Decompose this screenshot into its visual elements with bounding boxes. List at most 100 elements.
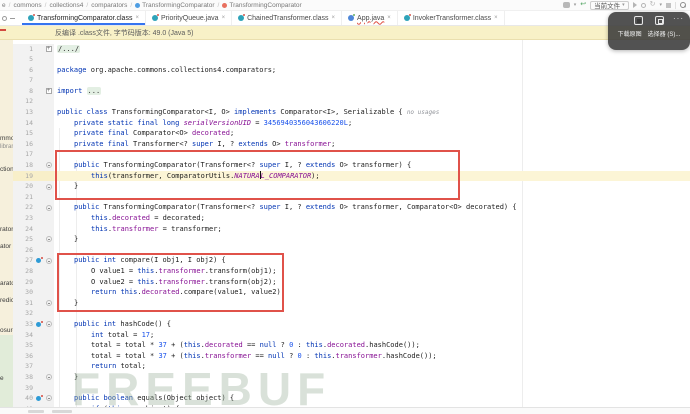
fold-collapse-icon[interactable]: [45, 236, 52, 243]
line-number: 33: [25, 319, 33, 328]
code-line[interactable]: 18 public TransformingComparator(Transfor…: [13, 160, 690, 171]
code-line[interactable]: 32: [13, 308, 690, 319]
line-number: 24: [25, 224, 33, 233]
code-line[interactable]: 31}: [13, 297, 690, 309]
tab-App.java[interactable]: App.java ×: [342, 11, 398, 25]
code-line[interactable]: 29 O value2 = this.transformer.transform(…: [13, 276, 690, 288]
code-token: super: [259, 203, 281, 212]
project-tree-fragment[interactable]: arator: [0, 280, 13, 287]
code-line[interactable]: 39: [13, 382, 690, 394]
code-line[interactable]: 33 public int hashCode() {: [13, 318, 690, 330]
override-method-icon[interactable]: [35, 320, 43, 327]
code-line[interactable]: 8 + import ...: [13, 85, 690, 97]
fold-collapse-icon[interactable]: [45, 300, 52, 307]
tab-PriorityQueue.java[interactable]: PriorityQueue.java ×: [146, 11, 233, 25]
project-tree-fragment[interactable]: library: [0, 144, 13, 150]
code-line[interactable]: 25}: [13, 234, 690, 245]
code-line[interactable]: 27 public int compare(I obj1, I obj2) {: [13, 255, 690, 266]
project-panel-strip[interactable]: mmons library ctions4 rator ator arator redica…: [0, 40, 13, 407]
line-number: 29: [25, 277, 33, 286]
statusbar-item[interactable]: [52, 409, 72, 413]
code-line[interactable]: 16 private final Transformer<? super I, ?…: [13, 138, 690, 150]
code-line[interactable]: 30 return this.decorated.compare(value1, …: [13, 287, 690, 298]
fold-collapse-icon[interactable]: [45, 162, 52, 169]
stop-button[interactable]: [666, 2, 671, 8]
code-line[interactable]: 17: [13, 149, 690, 161]
tab-InvokerTransformer.class[interactable]: InvokerTransformer.class ×: [398, 11, 505, 25]
fold-collapse-icon[interactable]: [45, 204, 52, 211]
close-icon[interactable]: ×: [387, 15, 391, 21]
code-line[interactable]: 37 return total;: [13, 361, 690, 372]
breadcrumb-item[interactable]: TransformingComparator: [222, 2, 302, 9]
more-icon[interactable]: ···: [673, 14, 684, 23]
code-editor[interactable]: 1 +/.../5 6 package org.apache.commons.coll…: [13, 40, 690, 407]
gear-icon[interactable]: [2, 15, 7, 21]
fold-expand-icon[interactable]: +: [45, 45, 52, 52]
code-line[interactable]: 36 total = total * 37 + (this.transformer…: [13, 350, 690, 362]
project-tree-fragment[interactable]: ctions4: [0, 166, 13, 173]
close-icon[interactable]: ×: [332, 15, 336, 21]
sync-arrow-icon[interactable]: ↩: [580, 1, 586, 8]
project-tree-fragment[interactable]: osure: [0, 327, 13, 334]
fold-collapse-icon[interactable]: [45, 321, 52, 328]
fold-collapse-icon[interactable]: [45, 374, 52, 381]
debug-button[interactable]: [640, 2, 646, 8]
coverage-button[interactable]: ↻: [650, 1, 656, 8]
tab-ChainedTransformer.class[interactable]: ChainedTransformer.class ×: [232, 11, 343, 25]
statusbar-item[interactable]: [28, 409, 44, 413]
code-line[interactable]: 23 this.decorated = decorated;: [13, 213, 690, 224]
code-line[interactable]: 38}: [13, 371, 690, 383]
project-tree-fragment[interactable]: rator: [0, 226, 13, 233]
fold-collapse-icon[interactable]: [45, 257, 52, 264]
override-method-icon[interactable]: [35, 394, 43, 401]
code-token: }: [74, 298, 79, 307]
overlay-label-left[interactable]: 下载原图: [618, 29, 642, 38]
code-line[interactable]: 40 public boolean equals(Object object) {: [13, 393, 690, 404]
project-tree-fragment[interactable]: mmons: [0, 135, 13, 142]
fold-collapse-icon[interactable]: [45, 183, 52, 190]
code-line[interactable]: 28 O value1 = this.transformer.transform(…: [13, 265, 690, 277]
search-icon[interactable]: [680, 2, 686, 8]
breadcrumb-item[interactable]: commons: [13, 2, 41, 9]
close-icon[interactable]: ×: [135, 15, 139, 21]
run-configuration-select[interactable]: 当前文件 ▾: [590, 0, 629, 10]
close-icon[interactable]: ×: [222, 15, 226, 21]
project-tree-fragment[interactable]: redicat: [0, 297, 13, 304]
code-line[interactable]: 24 this.transformer = transformer;: [13, 223, 690, 235]
hide-panel-icon[interactable]: [10, 17, 15, 19]
code-line[interactable]: 14 private static final long serialVersio…: [13, 117, 690, 129]
code-line[interactable]: 19 this(transformer, ComparatorUtils.NATU…: [13, 170, 690, 182]
tab-TransformingComparator.class[interactable]: TransformingComparator.class ×: [22, 11, 146, 25]
breadcrumb-item[interactable]: e: [2, 2, 6, 9]
file-class-icon: [151, 14, 159, 21]
code-line[interactable]: 26: [13, 244, 690, 256]
code-line[interactable]: 34 int total = 17;: [13, 329, 690, 341]
chevron-down-icon[interactable]: ▾: [659, 2, 662, 8]
run-button[interactable]: [632, 2, 637, 8]
code-line[interactable]: 21: [13, 191, 690, 203]
code-line[interactable]: 5: [13, 54, 690, 65]
code-line[interactable]: 15 private final Comparator<O> decorated;: [13, 128, 690, 139]
code-line[interactable]: 12: [13, 96, 690, 108]
gradle-icon[interactable]: [562, 2, 570, 8]
fold-expand-icon[interactable]: +: [45, 88, 52, 95]
override-method-icon[interactable]: [35, 257, 43, 264]
chevron-down-icon[interactable]: ▾: [574, 2, 577, 8]
scan-icon[interactable]: [655, 16, 664, 25]
code-line[interactable]: 1 +/.../: [13, 43, 690, 55]
code-line[interactable]: 13 public class TransformingComparator<I,…: [13, 107, 690, 118]
fullscreen-icon[interactable]: [634, 16, 643, 25]
code-line[interactable]: 7: [13, 75, 690, 86]
overlay-label-right[interactable]: 选择器 (S)...: [648, 29, 681, 38]
breadcrumb-item[interactable]: comparators: [91, 2, 127, 9]
fold-collapse-icon[interactable]: [45, 395, 52, 402]
code-line[interactable]: 20}: [13, 181, 690, 192]
code-line[interactable]: 22 public TransformingComparator(Transfor…: [13, 202, 690, 213]
code-line[interactable]: 35 total = total * 37 + (this.decorated =…: [13, 340, 690, 351]
breadcrumb-item[interactable]: TransformingComparator: [135, 2, 215, 9]
project-tree-fragment[interactable]: ator: [0, 243, 11, 250]
project-tree-fragment[interactable]: e: [0, 375, 4, 382]
code-line[interactable]: 6 package org.apache.commons.collections4…: [13, 64, 690, 76]
breadcrumb-item[interactable]: collections4: [49, 2, 83, 9]
close-icon[interactable]: ×: [494, 15, 498, 21]
